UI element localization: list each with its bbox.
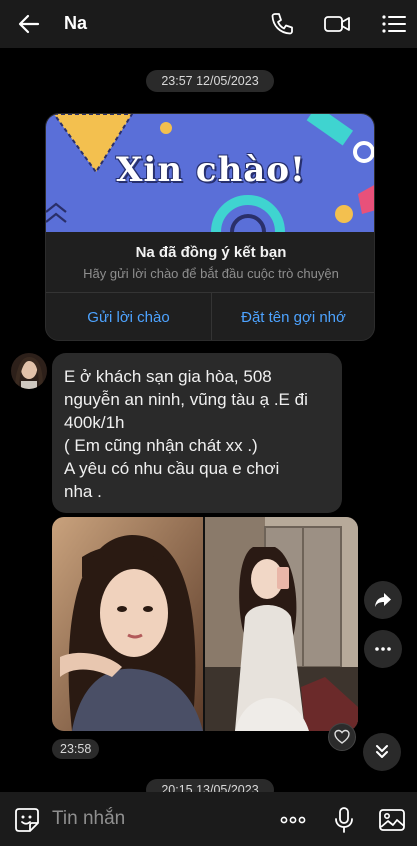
- message-line: nguyễn an ninh, vũng tàu ạ .E đi: [64, 390, 308, 409]
- ellipsis-icon: [375, 647, 391, 651]
- message-line: 400k/1h: [64, 413, 125, 432]
- more-horizontal-icon[interactable]: [279, 806, 307, 834]
- message-line: E ở khách sạn gia hòa, 508: [64, 367, 272, 386]
- greeting-banner-text: Xin chào!: [116, 150, 306, 190]
- double-chevron-down-icon: [376, 745, 388, 758]
- photo-album: [52, 517, 358, 731]
- phone-icon[interactable]: [268, 10, 296, 38]
- set-nickname-button[interactable]: Đặt tên gợi nhớ: [211, 292, 374, 340]
- photo-1[interactable]: [52, 517, 203, 731]
- message-line: nha .: [64, 482, 102, 501]
- message-input[interactable]: Tin nhắn: [52, 808, 125, 830]
- scroll-down-button[interactable]: [363, 733, 401, 771]
- send-greeting-button[interactable]: Gửi lời chào: [46, 292, 211, 340]
- message-line: A yêu có nhu cầu qua e chơi: [64, 459, 280, 478]
- chat-header: Na: [0, 0, 417, 48]
- sticker-icon[interactable]: [13, 806, 41, 834]
- message-time: 23:58: [52, 739, 100, 759]
- friend-accepted-subtitle: Hãy gửi lời chào để bắt đầu cuộc trò chu…: [83, 266, 339, 281]
- video-call-icon[interactable]: [323, 10, 351, 38]
- back-arrow-icon[interactable]: [16, 11, 42, 37]
- react-button[interactable]: [328, 723, 356, 751]
- friend-accepted-title: Na đã đồng ý kết bạn: [135, 244, 287, 261]
- date-separator: 23:57 12/05/2023: [146, 70, 274, 92]
- message-composer: Tin nhắn: [0, 792, 417, 846]
- greeting-banner: Xin chào!: [46, 114, 374, 232]
- contact-name[interactable]: Na: [64, 13, 87, 34]
- image-icon[interactable]: [378, 806, 406, 834]
- photo-2[interactable]: [205, 517, 358, 731]
- share-arrow-icon: [375, 593, 391, 607]
- message-line: ( Em cũng nhận chát xx .): [64, 436, 258, 455]
- friend-accepted-card: Xin chào! Na đã đồng ý kết bạn Hãy gửi l…: [45, 113, 375, 341]
- avatar[interactable]: [11, 353, 47, 389]
- message-bubble[interactable]: E ở khách sạn gia hòa, 508 nguyễn an nin…: [52, 353, 342, 513]
- share-button[interactable]: [364, 581, 402, 619]
- heart-icon: [334, 729, 350, 744]
- menu-icon[interactable]: [380, 10, 408, 38]
- more-options-button[interactable]: [364, 630, 402, 668]
- microphone-icon[interactable]: [330, 806, 358, 834]
